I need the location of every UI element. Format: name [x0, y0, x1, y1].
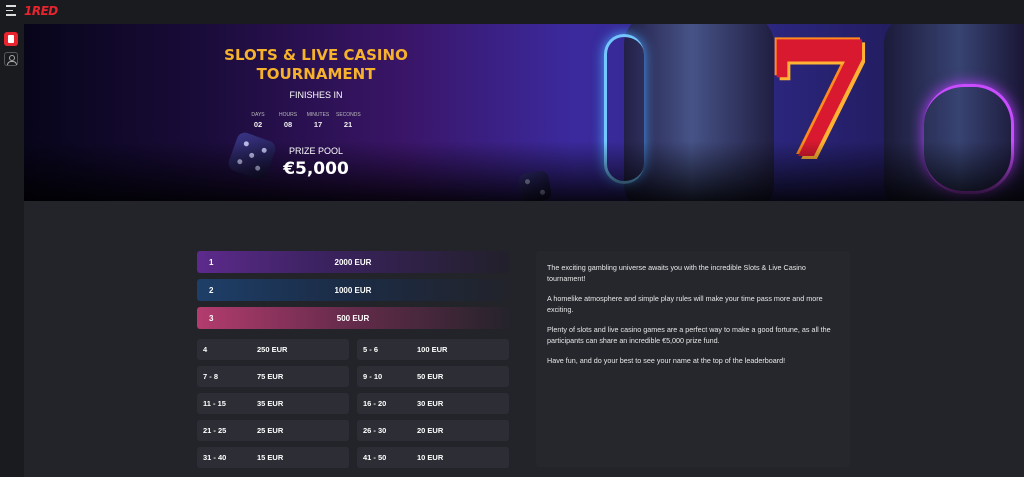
prize-amount: 500 EUR — [336, 314, 370, 323]
casino-icon[interactable] — [4, 32, 18, 46]
countdown-hours: HOURS 08 — [278, 112, 298, 129]
site-logo[interactable]: 1RED — [24, 4, 58, 18]
prize-cell: 5 - 6 100 EUR — [357, 339, 509, 360]
description-paragraph: A homelike atmosphere and simple play ru… — [547, 294, 823, 314]
prize-amount: 1000 EUR — [334, 286, 372, 295]
prize-row-third: 3 500 EUR — [197, 307, 509, 329]
tournament-title: SLOTS & LIVE CASINO TOURNAMENT — [224, 46, 408, 83]
prize-cell: 16 - 20 30 EUR — [357, 393, 509, 414]
sidebar — [0, 24, 24, 477]
prize-cell: 21 - 25 25 EUR — [197, 420, 349, 441]
finishes-in-label: FINISHES IN — [289, 90, 343, 100]
prize-cell: 7 - 8 75 EUR — [197, 366, 349, 387]
prize-amount: 2000 EUR — [334, 258, 372, 267]
prize-cell: 31 - 40 15 EUR — [197, 447, 349, 468]
description-paragraph: The exciting gambling universe awaits yo… — [547, 263, 806, 283]
countdown-days: DAYS 02 — [251, 112, 265, 129]
prize-cell: 9 - 10 50 EUR — [357, 366, 509, 387]
tournament-banner: 7 SLOTS & LIVE CASINO TOURNAMENT FINISHE… — [24, 24, 1024, 201]
prize-pool-value: €5,000 — [283, 159, 349, 179]
countdown-seconds: SECONDS 21 — [336, 112, 361, 129]
prize-row-second: 2 1000 EUR — [197, 279, 509, 301]
prize-cell: 11 - 15 35 EUR — [197, 393, 349, 414]
hamburger-icon[interactable] — [6, 5, 16, 17]
tournament-description: The exciting gambling universe awaits yo… — [536, 251, 850, 467]
top-bar: 1RED — [0, 0, 1024, 24]
countdown-minutes: MINUTES 17 — [306, 112, 330, 129]
prize-pool-label: PRIZE POOL — [288, 146, 343, 156]
description-paragraph: Plenty of slots and live casino games ar… — [547, 325, 831, 345]
prize-row-first: 1 2000 EUR — [197, 251, 509, 273]
prize-cell: 4 250 EUR — [197, 339, 349, 360]
countdown-timer: DAYS 02 HOURS 08 MINUTES 17 SECONDS 21 — [246, 112, 360, 129]
prize-cell: 41 - 50 10 EUR — [357, 447, 509, 468]
user-icon[interactable] — [4, 52, 18, 66]
prize-cell: 26 - 30 20 EUR — [357, 420, 509, 441]
description-paragraph: Have fun, and do your best to see your n… — [547, 356, 786, 365]
